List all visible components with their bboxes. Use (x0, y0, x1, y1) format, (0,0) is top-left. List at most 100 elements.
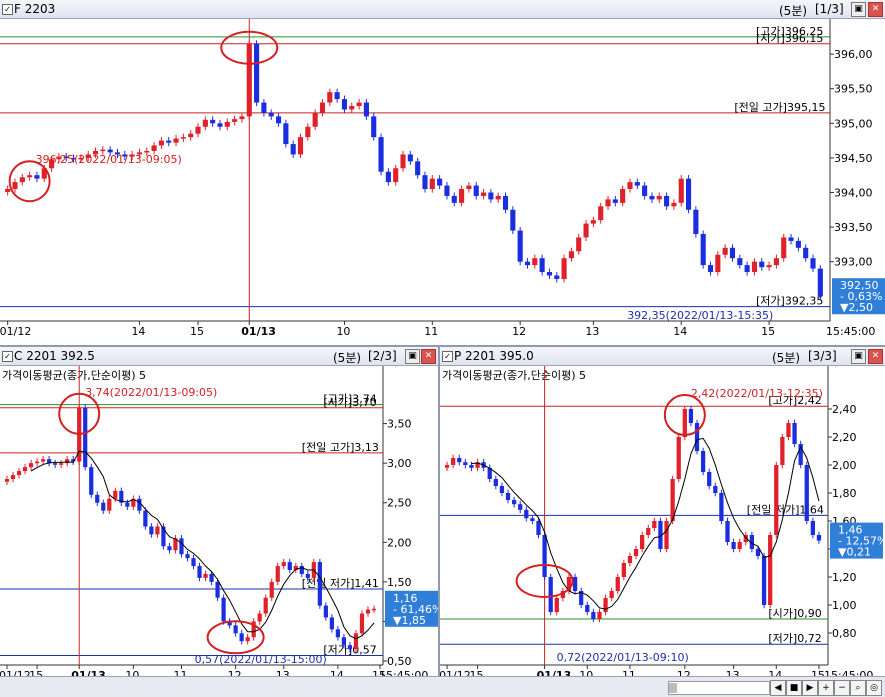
candle-body (305, 573, 310, 578)
candle-body (731, 542, 736, 549)
zoom-icon[interactable]: ◎ (866, 680, 882, 696)
candle-body (590, 220, 596, 224)
x-tick-label: 01/13 (71, 669, 106, 676)
reference-line-label: [저가]392,35 (756, 295, 823, 308)
bottom-toolbar: ◀ ■ ▶ + − ⌕ ◎ (0, 676, 885, 697)
candle-body (795, 240, 801, 248)
candle-body (341, 637, 347, 646)
candle-body (510, 209, 516, 231)
candle-body (676, 437, 681, 479)
candle-body (511, 500, 517, 505)
x-tick-label: 11 (424, 325, 438, 338)
candle-body (572, 577, 578, 591)
candle-body (609, 591, 614, 598)
x-tick-label: 11 (173, 669, 187, 676)
call-chart-svg: 3,503,002,502,001,501,000,50가격이동평균(종가,단순… (0, 366, 438, 676)
time-label: 15:45:00 (379, 669, 428, 676)
y-tick-label: 2,20 (832, 431, 857, 444)
candle-body (185, 554, 190, 559)
candle-body (407, 154, 413, 162)
high-highlight-circle (8, 160, 51, 203)
panel-checkbox[interactable]: ✓ (442, 351, 453, 362)
candle-body (649, 195, 655, 200)
zoom-out-icon[interactable]: − (834, 680, 850, 696)
candle-body (233, 625, 238, 634)
candle-body (269, 581, 274, 598)
candle-body (221, 597, 226, 622)
zoom-in-icon[interactable]: + (818, 680, 834, 696)
candle-body (598, 206, 604, 221)
y-tick-label: 3,00 (387, 457, 412, 470)
candle-body (719, 493, 724, 521)
candle-body (415, 161, 421, 176)
panel-checkbox[interactable]: ✓ (2, 351, 13, 362)
y-tick-label: 2,00 (832, 459, 857, 472)
candle-body (788, 237, 794, 241)
candle-body (239, 116, 245, 120)
y-tick-label: 1,20 (832, 571, 857, 584)
x-tick-label: 15 (761, 325, 775, 338)
candle-body (12, 182, 18, 190)
x-tick-label: 01/12 (440, 669, 471, 676)
y-tick-label: 395,50 (834, 83, 873, 96)
y-tick-label: 0,50 (387, 655, 412, 668)
next-icon[interactable]: ▶ (802, 680, 818, 696)
candle-body (173, 138, 179, 143)
candle-body (640, 535, 645, 549)
maximize-icon[interactable]: ▣ (851, 2, 866, 17)
candle-body (466, 185, 472, 190)
horizontal-scrollbar[interactable] (668, 681, 770, 695)
candle-body (28, 463, 34, 468)
candle-body (359, 613, 365, 634)
candle-body (568, 251, 574, 259)
stop-icon[interactable]: ■ (786, 680, 802, 696)
candle-body (329, 617, 334, 630)
candle-body (615, 577, 620, 591)
candle-body (685, 178, 692, 210)
candle-body (59, 463, 64, 465)
candle-body (349, 106, 355, 110)
candle-body (816, 535, 822, 541)
candle-body (751, 261, 758, 273)
candle-body (95, 494, 100, 503)
scroll-left-icon[interactable]: ◀ (770, 680, 786, 696)
y-tick-label: 0,80 (832, 627, 857, 640)
low-annotation: 0,57(2022/01/13-15:00) (195, 653, 327, 666)
scroll-thumb[interactable] (669, 683, 677, 693)
panel-checkbox[interactable]: ✓ (2, 4, 13, 15)
candle-body (605, 199, 611, 207)
candle-body (107, 149, 113, 153)
low-annotation: 392,35(2022/01/13-15:35) (627, 309, 773, 322)
close-icon[interactable]: ✕ (421, 349, 436, 364)
search-icon[interactable]: ⌕ (850, 680, 866, 696)
candle-body (137, 498, 142, 511)
y-tick-label: 3,50 (387, 418, 412, 431)
x-tick-label: 12 (228, 669, 242, 676)
y-tick-label: 393,50 (834, 221, 873, 234)
candle-body (371, 608, 377, 611)
candle-body (627, 556, 633, 563)
call-period: (5분) (333, 351, 362, 365)
candle-body (365, 609, 371, 614)
candle-body (319, 102, 326, 113)
candle-body (283, 123, 289, 145)
x-tick-label: 14 (131, 325, 145, 338)
candle-body (737, 542, 742, 549)
candle-body (89, 467, 94, 495)
candle-body (143, 510, 148, 527)
maximize-icon[interactable]: ▣ (405, 349, 420, 364)
y-tick-label: 394,50 (834, 152, 873, 165)
candle-body (217, 123, 223, 127)
candle-body (583, 223, 589, 238)
maximize-icon[interactable]: ▣ (851, 349, 866, 364)
futures-chart-panel: ✓ F 2203 (5분) [1/3] ▣ ✕ 396,00 395,50 395,… (0, 0, 885, 347)
candle-body (209, 573, 214, 582)
candle-body (83, 407, 88, 468)
candle-body (197, 566, 202, 578)
close-icon[interactable]: ✕ (868, 2, 883, 17)
high-annotation: 2,42(2022/01/13-12:35) (691, 387, 823, 400)
candle-body (261, 102, 267, 113)
candle-body (766, 265, 772, 268)
close-icon[interactable]: ✕ (868, 349, 883, 364)
candle-body (678, 178, 684, 203)
